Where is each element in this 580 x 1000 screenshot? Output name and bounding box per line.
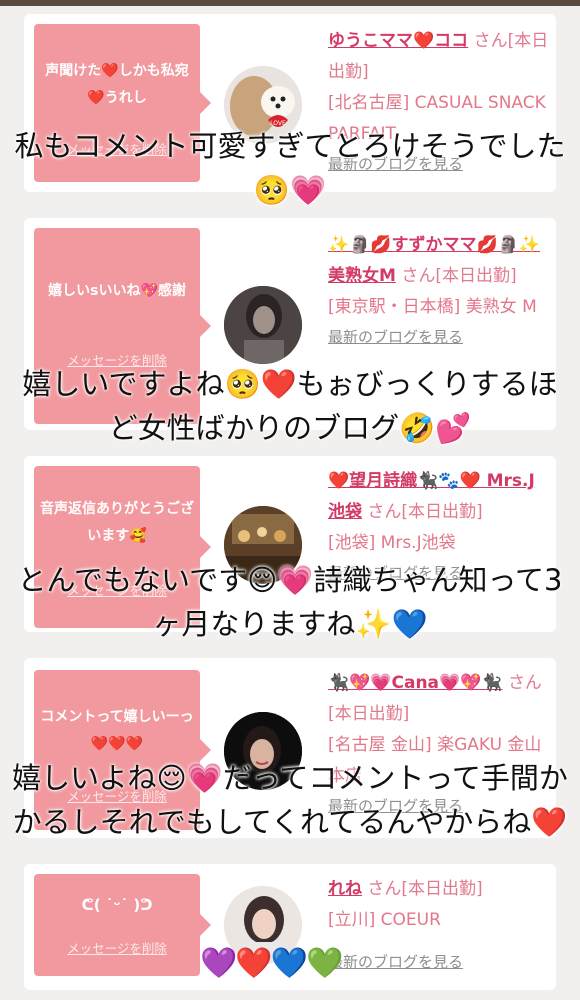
top-bar [0, 0, 580, 6]
overlay-caption: 嬉しいですよね🥺❤️もぉびっくりするほど女性ばかりのブログ🤣💕 [22, 367, 558, 445]
message-text: 嬉しいsいいね💖感謝 [48, 283, 186, 299]
shop-name[interactable]: [池袋] Mrs.J池袋 [328, 528, 550, 559]
cast-status: さん[本日出勤] [367, 502, 483, 522]
woman-dark-photo-icon [224, 286, 302, 364]
cast-name-link[interactable]: れね [328, 879, 362, 899]
message-text: ᕦ( ˙ᵕ˙ )ᕤ [81, 896, 153, 914]
delete-message-link[interactable]: メッセージを削除 [34, 938, 200, 957]
shop-name[interactable]: [立川] COEUR [328, 905, 550, 936]
latest-blog-link[interactable]: 最新のブログを見る [328, 950, 550, 974]
shop-name[interactable]: [東京駅・日本橋] 美熟女 M [328, 292, 550, 323]
cast-name-link[interactable]: ゆうこママ❤️ココ [328, 31, 468, 51]
message-text: 音声返信ありがとうございます🥰 [40, 501, 194, 544]
overlay-caption: とんでもないです😌💗詩織ちゃん知って3ヶ月なりますね✨💙 [17, 563, 563, 641]
message-bubble: ᕦ( ˙ᵕ˙ )ᕤ メッセージを削除 [34, 874, 211, 976]
message-text: コメントって嬉しいーっ❤️❤️❤️ [40, 709, 194, 752]
overlay-caption: 私もコメント可愛すぎてとろけそうでした🥺💗 [14, 129, 566, 207]
cast-status: さん[本日出勤] [401, 266, 517, 286]
latest-blog-link[interactable]: 最新のブログを見る [328, 325, 550, 349]
hearts-emoji-row: 💜❤️💙💚 [200, 946, 343, 981]
cast-info: ✨🗿💋すずかママ💋🗿✨美熟女M さん[本日出勤] [東京駅・日本橋] 美熟女 M… [328, 230, 550, 349]
cast-status: さん[本日出勤] [367, 879, 483, 899]
avatar[interactable] [224, 286, 302, 364]
cast-name-link[interactable]: 🐈‍⬛💖💗Cana💗💖🐈‍⬛ [328, 673, 503, 693]
overlay-caption: 嬉しいよね😌💗だってコメントって手間かかるしそれでもしてくれてるんやからね❤️ [12, 761, 568, 839]
cast-info: れね さん[本日出勤] [立川] COEUR 最新のブログを見る [328, 874, 550, 974]
message-text: 声聞けた❤️しかも私宛❤️うれし [45, 63, 189, 106]
